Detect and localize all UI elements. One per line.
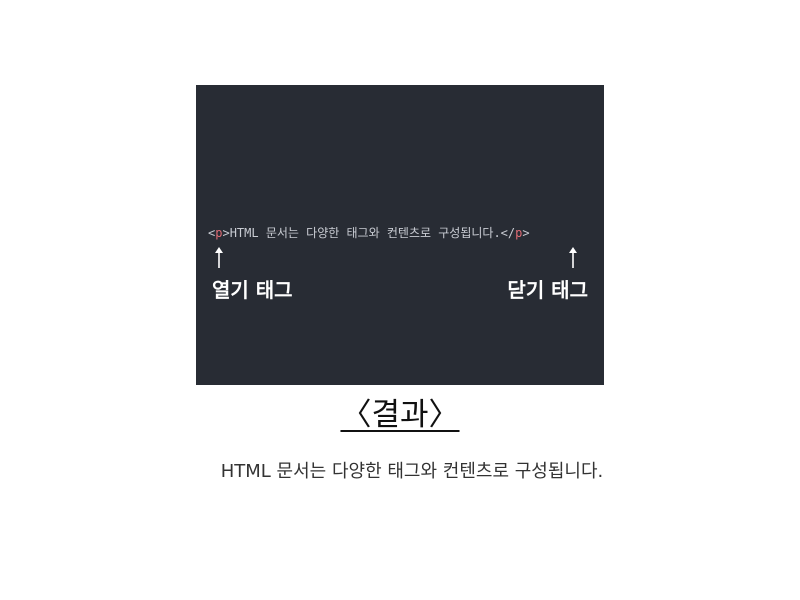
element-content: HTML 문서는 다양한 태그와 컨텐츠로 구성됩니다. — [229, 226, 501, 240]
code-panel: <p>HTML 문서는 다양한 태그와 컨텐츠로 구성됩니다.</p> 열기 태… — [196, 85, 604, 385]
close-tag-bracket-right: > — [522, 226, 530, 240]
close-tag-label: 닫기 태그 — [507, 278, 588, 302]
close-tag-bracket-left: </ — [500, 226, 516, 240]
arrow-up-icon — [213, 247, 225, 269]
result-caption-text: 〈결과〉 — [340, 397, 460, 433]
code-line: <p>HTML 문서는 다양한 태그와 컨텐츠로 구성됩니다.</p> — [208, 225, 530, 241]
rendered-result-text: HTML 문서는 다양한 태그와 컨텐츠로 구성됩니다. — [220, 461, 604, 482]
open-tag-label: 열기 태그 — [212, 278, 293, 302]
arrow-up-icon — [567, 247, 579, 269]
open-tag-bracket-right: > — [222, 226, 230, 240]
result-caption: 〈결과〉 — [0, 394, 800, 436]
